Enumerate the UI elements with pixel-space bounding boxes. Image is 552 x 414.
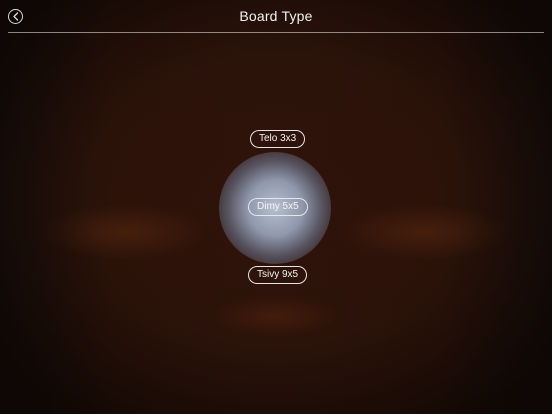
board-option-telo-3x3[interactable]: Telo 3x3 (250, 130, 306, 148)
board-option-dimy-5x5[interactable]: Dimy 5x5 (248, 198, 308, 216)
page-title: Board Type (239, 8, 313, 24)
header-bar: Board Type (0, 0, 552, 33)
board-option-tsivy-9x5[interactable]: Tsivy 9x5 (248, 266, 308, 284)
header-divider (8, 32, 544, 33)
